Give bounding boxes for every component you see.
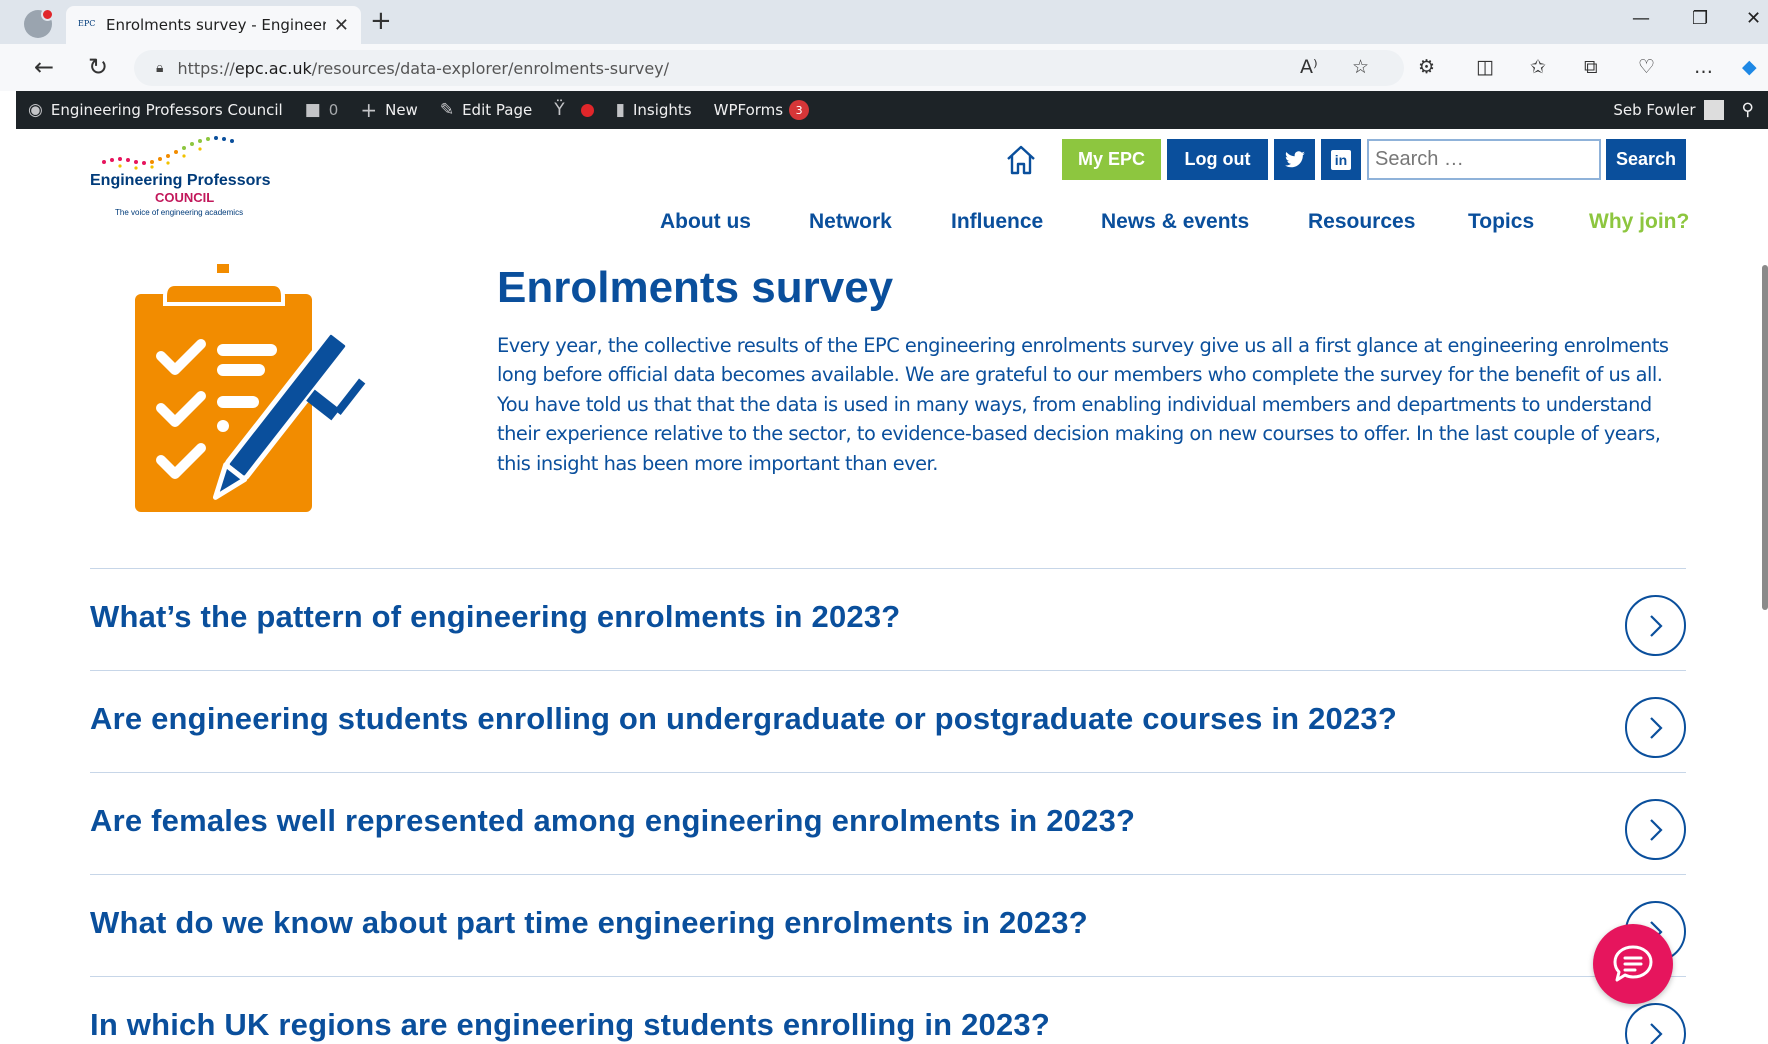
linkedin-glyph: in (1331, 149, 1351, 170)
wpforms-badge: 3 (789, 100, 810, 120)
admin-search-icon[interactable]: ⚲ (1742, 100, 1754, 120)
new-tab-icon[interactable]: + (370, 6, 392, 36)
linkedin-icon[interactable]: in (1321, 139, 1361, 180)
profile-avatar-icon[interactable] (24, 8, 54, 38)
admin-edit-label: Edit Page (462, 101, 533, 119)
plus-icon: + (360, 98, 378, 122)
wp-admin-bar: ◉ Engineering Professors Council ■ 0 + N… (16, 91, 1768, 129)
extensions-icon[interactable]: ⚙ (1418, 56, 1435, 78)
admin-edit-page[interactable]: ✎ Edit Page (440, 100, 532, 120)
favorites-icon[interactable]: ✩ (1530, 56, 1546, 78)
comment-icon: ■ (304, 100, 321, 120)
nav-news-events[interactable]: News & events (1101, 210, 1249, 234)
minimize-icon[interactable]: — (1632, 8, 1650, 29)
admin-insights[interactable]: ▮ Insights (616, 100, 692, 120)
yoast-icon: Ÿ (554, 100, 565, 120)
intro-paragraph: Every year, the collective results of th… (497, 334, 1669, 475)
home-icon[interactable] (1004, 143, 1038, 177)
comments-count: 0 (328, 101, 339, 119)
dashboard-icon: ◉ (28, 100, 43, 120)
url-host: epc.ac.uk (234, 58, 312, 78)
question-row-4[interactable]: What do we know about part time engineer… (90, 874, 1686, 976)
back-icon[interactable]: ← (34, 53, 54, 81)
nav-why-join[interactable]: Why join? (1589, 210, 1689, 234)
nav-network[interactable]: Network (809, 210, 892, 234)
question-text: Are females well represented among engin… (90, 803, 1136, 838)
chevron-right-icon[interactable] (1625, 799, 1686, 860)
clipboard-survey-icon (135, 264, 366, 512)
admin-wpforms-label: WPForms (713, 101, 784, 119)
question-text: What’s the pattern of engineering enrolm… (90, 599, 901, 634)
admin-new-label: New (385, 101, 418, 119)
tab-close-icon[interactable]: ✕ (334, 15, 349, 36)
nav-topics[interactable]: Topics (1468, 210, 1534, 234)
copilot-icon[interactable]: ◆ (1742, 56, 1757, 78)
browser-tab[interactable]: EPC Enrolments survey - Engineering ✕ (66, 6, 361, 44)
admin-comments[interactable]: ■ 0 (305, 100, 339, 120)
admin-site-link[interactable]: ◉ Engineering Professors Council (28, 100, 283, 120)
page-title: Enrolments survey (497, 263, 894, 312)
browser-tabbar: EPC Enrolments survey - Engineering ✕ + … (0, 0, 1768, 44)
log-out-button[interactable]: Log out (1167, 139, 1268, 180)
admin-insights-label: Insights (632, 101, 692, 119)
favorite-star-icon[interactable]: ☆ (1352, 56, 1369, 78)
logo-name-text: Engineering Professors (90, 172, 271, 189)
question-row-1[interactable]: What’s the pattern of engineering enrolm… (90, 568, 1686, 670)
favicon-icon: EPC (78, 19, 96, 28)
admin-site-name: Engineering Professors Council (50, 101, 283, 119)
chevron-right-icon[interactable] (1625, 697, 1686, 758)
close-window-icon[interactable]: ✕ (1746, 8, 1761, 29)
site-search-button[interactable]: Search (1606, 139, 1686, 180)
question-text: What do we know about part time engineer… (90, 905, 1088, 940)
question-text: In which UK regions are engineering stud… (90, 1007, 1050, 1042)
url-prefix: https:// (177, 58, 235, 78)
logo-council-text: COUNCIL (155, 190, 215, 205)
chevron-right-icon[interactable] (1625, 595, 1686, 656)
nav-about-us[interactable]: About us (660, 210, 751, 234)
admin-user-menu[interactable]: Seb Fowler ⚲ (1613, 100, 1754, 120)
refresh-icon[interactable]: ↻ (88, 53, 108, 81)
user-avatar (1703, 100, 1724, 120)
lock-icon: 🔒︎ (156, 60, 164, 76)
admin-wpforms[interactable]: WPForms 3 (713, 100, 810, 120)
restore-icon[interactable]: ❐ (1692, 8, 1708, 29)
seo-status-dot (580, 103, 594, 117)
logo-dots-graphic (102, 136, 234, 170)
more-menu-icon[interactable]: … (1694, 56, 1713, 78)
chat-icon (1613, 945, 1653, 982)
epc-logo[interactable]: Engineering Professors COUNCIL The voice… (90, 132, 290, 222)
chevron-right-icon[interactable] (1625, 1003, 1686, 1044)
nav-resources[interactable]: Resources (1308, 210, 1415, 234)
admin-new[interactable]: + New (360, 98, 417, 122)
twitter-icon[interactable] (1274, 139, 1315, 180)
bar-chart-icon: ▮ (615, 100, 625, 120)
collections-icon[interactable]: ⧉ (1584, 56, 1598, 78)
browser-essentials-icon[interactable]: ♡ (1638, 56, 1655, 78)
url-path: /resources/data-explorer/enrolments-surv… (311, 58, 670, 78)
nav-influence[interactable]: Influence (951, 210, 1043, 234)
question-row-3[interactable]: Are females well represented among engin… (90, 772, 1686, 874)
site-search-input[interactable] (1367, 139, 1601, 180)
admin-user-name: Seb Fowler (1613, 101, 1696, 119)
split-screen-icon[interactable]: ◫ (1476, 56, 1494, 78)
my-epc-button[interactable]: My EPC (1062, 139, 1161, 180)
question-row-2[interactable]: Are engineering students enrolling on un… (90, 670, 1686, 772)
pencil-icon: ✎ (439, 100, 455, 120)
question-row-5[interactable]: In which UK regions are engineering stud… (90, 976, 1686, 1044)
address-bar-row: ← ↻ 🔒︎ https://epc.ac.uk/resources/data-… (0, 44, 1768, 91)
tab-title: Enrolments survey - Engineering (106, 16, 326, 34)
logo-tagline: The voice of engineering academics (115, 208, 244, 217)
url-field[interactable]: 🔒︎ https://epc.ac.uk/resources/data-expl… (134, 50, 1404, 86)
page-scrollbar[interactable] (1762, 265, 1768, 610)
read-aloud-icon[interactable]: A⁾ (1300, 56, 1318, 78)
admin-yoast[interactable]: Ÿ (554, 100, 594, 120)
question-text: Are engineering students enrolling on un… (90, 701, 1397, 736)
chat-bubble-button[interactable] (1593, 924, 1673, 1004)
